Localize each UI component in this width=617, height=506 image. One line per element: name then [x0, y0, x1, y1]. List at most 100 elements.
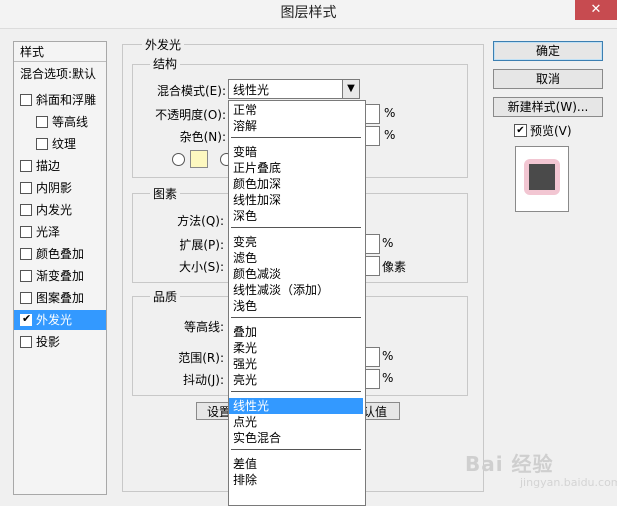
style-item[interactable]: ✔ 外发光 [14, 310, 106, 330]
style-item[interactable]: 渐变叠加 [14, 266, 106, 286]
style-item-label: 等高线 [52, 115, 89, 129]
styles-list: 样式 混合选项:默认 斜面和浮雕等高线纹理描边内阴影内发光光泽颜色叠加渐变叠加图… [13, 41, 107, 495]
dropdown-separator [231, 391, 361, 392]
blend-mode-option[interactable]: 正常 [229, 102, 363, 118]
noise-unit: % [384, 128, 396, 142]
style-item-checkbox[interactable] [20, 292, 32, 304]
style-item-checkbox[interactable] [36, 116, 48, 128]
blend-mode-option[interactable]: 溶解 [229, 118, 363, 134]
style-item[interactable]: 内阴影 [14, 178, 106, 198]
dropdown-separator [231, 137, 361, 138]
cancel-button[interactable]: 取消 [493, 69, 603, 89]
blend-mode-option[interactable]: 变亮 [229, 234, 363, 250]
preview-label: 预览(V) [530, 124, 572, 138]
blend-mode-option[interactable]: 正片叠底 [229, 160, 363, 176]
style-item-checkbox[interactable] [20, 248, 32, 260]
style-item[interactable]: 投影 [14, 332, 106, 352]
size-label: 大小(S): [178, 260, 224, 274]
preview-checkbox[interactable]: ✔ [514, 124, 527, 137]
style-item-checkbox[interactable]: ✔ [20, 312, 32, 326]
blend-mode-option[interactable]: 线性光 [229, 398, 363, 414]
style-item[interactable]: 颜色叠加 [14, 244, 106, 264]
ok-button[interactable]: 确定 [493, 41, 603, 61]
dropdown-separator [231, 227, 361, 228]
style-item-label: 光泽 [36, 225, 61, 239]
opacity-label: 不透明度(O): [155, 108, 226, 122]
blend-mode-option[interactable]: 颜色加深 [229, 176, 363, 192]
style-item-label: 颜色叠加 [36, 247, 85, 261]
blend-mode-option[interactable]: 浅色 [229, 298, 363, 314]
range-label: 范围(R): [178, 351, 224, 365]
blend-mode-label: 混合模式(E): [157, 84, 226, 98]
style-item-checkbox[interactable] [20, 336, 32, 348]
style-preview-thumbnail [515, 146, 569, 212]
blend-mode-option[interactable]: 线性加深 [229, 192, 363, 208]
style-item-label: 内阴影 [36, 181, 73, 195]
style-item[interactable]: 斜面和浮雕 [14, 90, 106, 110]
noise-label: 杂色(N): [179, 130, 226, 144]
style-item-checkbox[interactable] [20, 160, 32, 172]
blend-mode-option[interactable]: 深色 [229, 208, 363, 224]
blend-mode-option[interactable]: 叠加 [229, 324, 363, 340]
blend-mode-option[interactable]: 实色混合 [229, 430, 363, 446]
blend-mode-option[interactable]: 颜色减淡 [229, 266, 363, 282]
style-item-label: 外发光 [36, 313, 73, 327]
style-item[interactable]: 光泽 [14, 222, 106, 242]
quality-title: 品质 [150, 288, 181, 305]
style-item-checkbox[interactable] [20, 182, 32, 194]
blend-mode-option[interactable]: 强光 [229, 356, 363, 372]
checkmark-icon: ✔ [22, 312, 32, 325]
blend-mode-select[interactable]: 线性光 ▼ [228, 79, 360, 99]
elements-title: 图素 [150, 185, 181, 202]
blend-mode-option[interactable]: 点光 [229, 414, 363, 430]
style-item-label: 渐变叠加 [36, 269, 85, 283]
style-item-checkbox[interactable] [20, 270, 32, 282]
style-item[interactable]: 纹理 [14, 134, 106, 154]
spread-unit: % [382, 236, 394, 250]
style-item[interactable]: 内发光 [14, 200, 106, 220]
style-item[interactable]: 图案叠加 [14, 288, 106, 308]
blend-mode-option[interactable]: 排除 [229, 472, 363, 488]
blend-mode-option[interactable]: 柔光 [229, 340, 363, 356]
baidu-watermark: Bai 经验 [465, 452, 554, 476]
blend-mode-dropdown[interactable]: 正常 溶解变暗 正片叠底 颜色加深 线性加深 深色变亮 滤色 颜色减淡 线性减淡（添加） 浅色叠加… [228, 100, 366, 506]
style-item-checkbox[interactable] [36, 138, 48, 150]
styles-header[interactable]: 样式 [14, 42, 106, 62]
new-style-button[interactable]: 新建样式(W)... [493, 97, 603, 117]
close-button[interactable]: ✕ [575, 0, 617, 20]
technique-label: 方法(Q): [177, 214, 224, 228]
style-item-checkbox[interactable] [20, 204, 32, 216]
dropdown-separator [231, 449, 361, 450]
style-item-label: 斜面和浮雕 [36, 93, 97, 107]
blend-mode-option[interactable]: 差值 [229, 456, 363, 472]
style-item-label: 描边 [36, 159, 61, 173]
blend-options-item[interactable]: 混合选项:默认 [14, 64, 106, 84]
size-unit: 像素 [382, 260, 407, 274]
spread-label: 扩展(P): [179, 238, 224, 252]
glow-color-swatch[interactable] [190, 150, 208, 168]
opacity-unit: % [384, 106, 396, 120]
blend-mode-option[interactable]: 滤色 [229, 250, 363, 266]
window-title: 图层样式 [280, 5, 337, 21]
jitter-unit: % [382, 371, 394, 385]
range-unit: % [382, 349, 394, 363]
style-item[interactable]: 等高线 [14, 112, 106, 132]
dropdown-separator [231, 317, 361, 318]
style-item-label: 内发光 [36, 203, 73, 217]
contour-label: 等高线: [183, 320, 224, 334]
chevron-down-icon[interactable]: ▼ [342, 80, 359, 98]
style-item-label: 投影 [36, 335, 61, 349]
style-item-checkbox[interactable] [20, 94, 32, 106]
style-item-label: 图案叠加 [36, 291, 85, 305]
blend-mode-value: 线性光 [233, 83, 270, 97]
jitter-label: 抖动(J): [183, 373, 224, 387]
blend-mode-option[interactable]: 线性减淡（添加） [229, 282, 363, 298]
style-item-checkbox[interactable] [20, 226, 32, 238]
blend-mode-option[interactable]: 变暗 [229, 144, 363, 160]
structure-title: 结构 [150, 55, 181, 72]
blend-mode-option[interactable]: 亮光 [229, 372, 363, 388]
outer-glow-title: 外发光 [142, 36, 185, 53]
color-radio[interactable] [172, 153, 185, 166]
style-item[interactable]: 描边 [14, 156, 106, 176]
style-item-label: 纹理 [52, 137, 77, 151]
